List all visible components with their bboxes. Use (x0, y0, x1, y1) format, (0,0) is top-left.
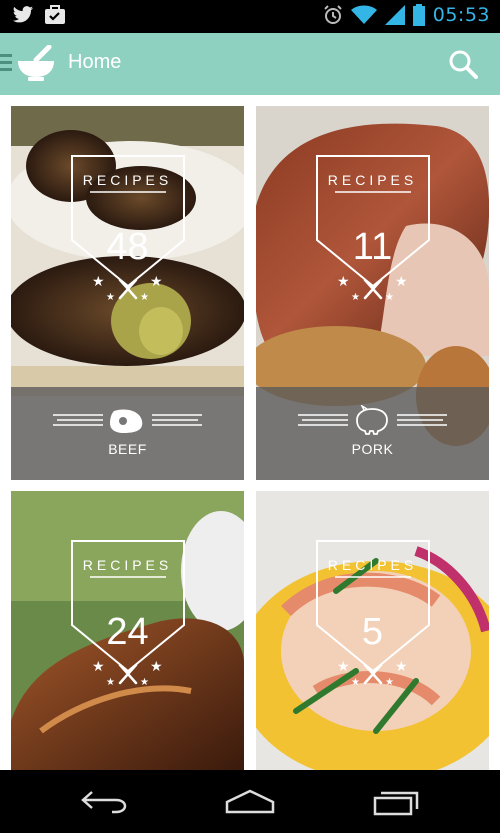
badge-title: RECIPES (82, 172, 173, 188)
stars-utensils-icon: ★ ★ ★ ★ (337, 659, 408, 687)
category-footer: BEEF (11, 387, 244, 480)
svg-text:★: ★ (106, 677, 115, 687)
twitter-icon (12, 6, 34, 23)
category-label: PORK (351, 441, 394, 457)
svg-text:★: ★ (385, 677, 394, 687)
steak-icon (53, 409, 202, 433)
svg-text:★: ★ (92, 659, 105, 675)
svg-text:★: ★ (140, 677, 149, 687)
mortar-pestle-icon[interactable] (16, 45, 56, 83)
svg-text:★: ★ (150, 274, 163, 290)
svg-text:★: ★ (351, 292, 360, 302)
category-card-3[interactable]: RECIPES 24 ★ ★ ★ ★ (11, 491, 244, 770)
recipes-badge: RECIPES 24 ★ ★ ★ ★ (70, 539, 186, 687)
recipe-count: 24 (106, 611, 149, 653)
briefcase-check-icon (45, 5, 65, 24)
svg-text:★: ★ (92, 274, 105, 290)
svg-text:★: ★ (140, 292, 149, 302)
stars-utensils-icon: ★ ★ ★ ★ (92, 659, 163, 687)
search-icon[interactable] (448, 49, 478, 79)
svg-text:★: ★ (106, 292, 115, 302)
svg-text:★: ★ (337, 274, 350, 290)
status-bar: 05:53 (0, 0, 500, 33)
battery-icon (412, 4, 425, 26)
svg-text:★: ★ (385, 292, 394, 302)
recipes-badge-text: RECIPES 48 ★ ★ ★ ★ (70, 154, 186, 302)
svg-text:★: ★ (395, 659, 408, 675)
recipe-count: 5 (361, 611, 384, 653)
system-nav-bar (0, 770, 500, 833)
pig-icon (298, 405, 447, 435)
alarm-icon (324, 5, 342, 24)
svg-text:★: ★ (150, 659, 163, 675)
back-icon[interactable] (80, 788, 128, 814)
category-card-4[interactable]: RECIPES 5 ★ ★ ★ ★ (256, 491, 489, 770)
category-card-pork[interactable]: RECIPES 11 ★ ★ ★ ★ PORK (256, 106, 489, 480)
badge-title: RECIPES (82, 557, 173, 573)
clock-time: 05:53 (432, 4, 490, 26)
recipe-count: 11 (352, 226, 393, 268)
recipes-badge: RECIPES 11 ★ ★ ★ ★ (315, 154, 431, 302)
recipes-badge: RECIPES 5 ★ ★ ★ ★ (315, 539, 431, 687)
category-label: BEEF (108, 441, 147, 457)
category-grid: RECIPES 48 ★ ★ ★ ★ BEEF RECIPES 11 ★ ★ ★… (0, 95, 500, 770)
svg-text:★: ★ (351, 677, 360, 687)
home-icon[interactable] (224, 788, 276, 814)
wifi-icon (350, 5, 377, 24)
svg-text:★: ★ (395, 274, 408, 290)
page-title: Home (68, 51, 122, 73)
signal-icon (384, 5, 405, 25)
app-bar: Home (0, 33, 500, 95)
category-footer: PORK (256, 387, 489, 480)
stars-utensils-icon: ★ ★ ★ ★ (92, 274, 163, 302)
svg-text:★: ★ (337, 659, 350, 675)
stars-utensils-icon: ★ ★ ★ ★ (337, 274, 408, 302)
recipe-count: 48 (106, 226, 149, 268)
category-card-beef[interactable]: RECIPES 48 ★ ★ ★ ★ BEEF (11, 106, 244, 480)
menu-icon[interactable] (0, 54, 12, 75)
recents-icon[interactable] (372, 788, 420, 816)
badge-title: RECIPES (327, 172, 418, 188)
badge-title: RECIPES (327, 557, 418, 573)
